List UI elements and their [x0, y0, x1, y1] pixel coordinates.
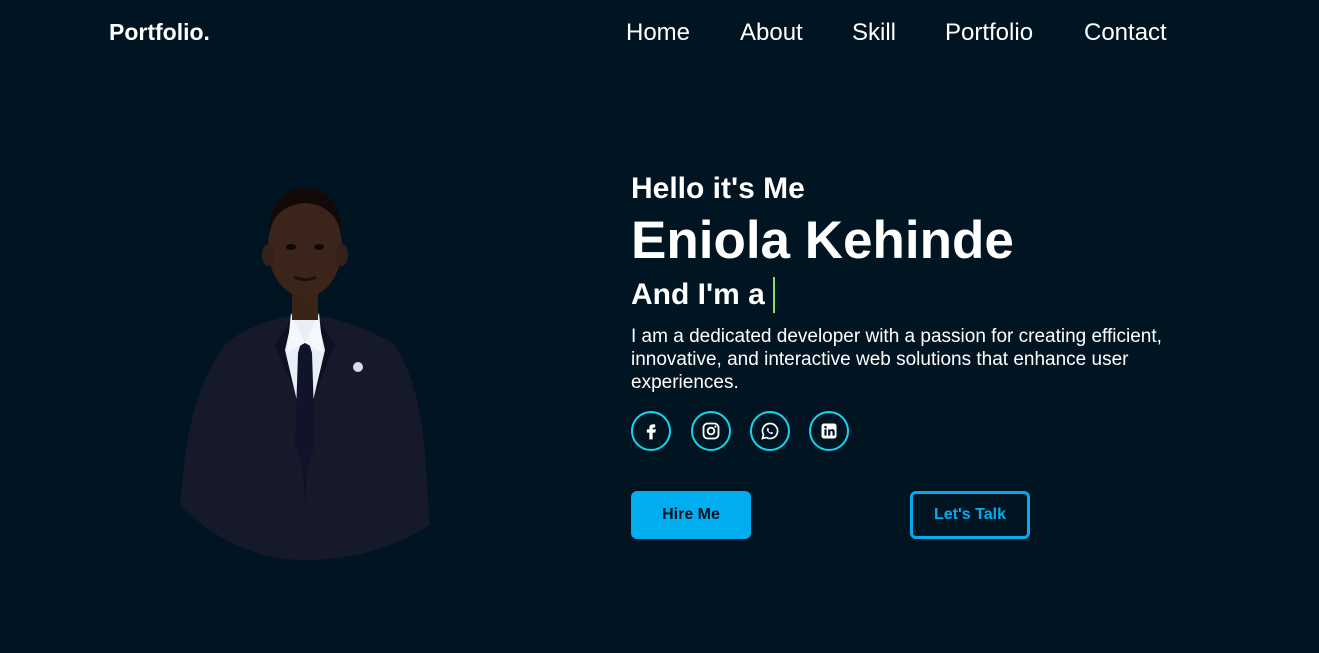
lets-talk-button[interactable]: Let's Talk [910, 491, 1030, 539]
facebook-link[interactable] [631, 411, 671, 451]
profile-photo [180, 187, 430, 560]
nav-contact[interactable]: Contact [1084, 19, 1167, 47]
whatsapp-icon [761, 422, 779, 440]
instagram-link[interactable] [691, 411, 731, 451]
hero-role-prefix: And I'm a [631, 278, 765, 311]
typing-cursor [772, 277, 775, 313]
hire-me-button[interactable]: Hire Me [631, 491, 751, 539]
nav-portfolio[interactable]: Portfolio [945, 19, 1033, 47]
hero-greeting: Hello it's Me [631, 172, 805, 205]
main-nav: Home About Skill Portfolio Contact [0, 19, 1319, 49]
linkedin-icon [821, 423, 837, 439]
linkedin-link[interactable] [809, 411, 849, 451]
whatsapp-link[interactable] [750, 411, 790, 451]
nav-skill[interactable]: Skill [852, 19, 896, 47]
nav-home[interactable]: Home [626, 19, 690, 47]
facebook-icon [646, 424, 656, 440]
hero-name: Eniola Kehinde [631, 211, 1014, 270]
nav-about[interactable]: About [740, 19, 803, 47]
hero-role: And I'm a [631, 276, 1231, 314]
instagram-icon [702, 422, 720, 440]
hero-description: I am a dedicated developer with a passio… [631, 326, 1162, 393]
hero-section: Hello it's Me Eniola Kehinde And I'm a I… [631, 170, 1231, 394]
